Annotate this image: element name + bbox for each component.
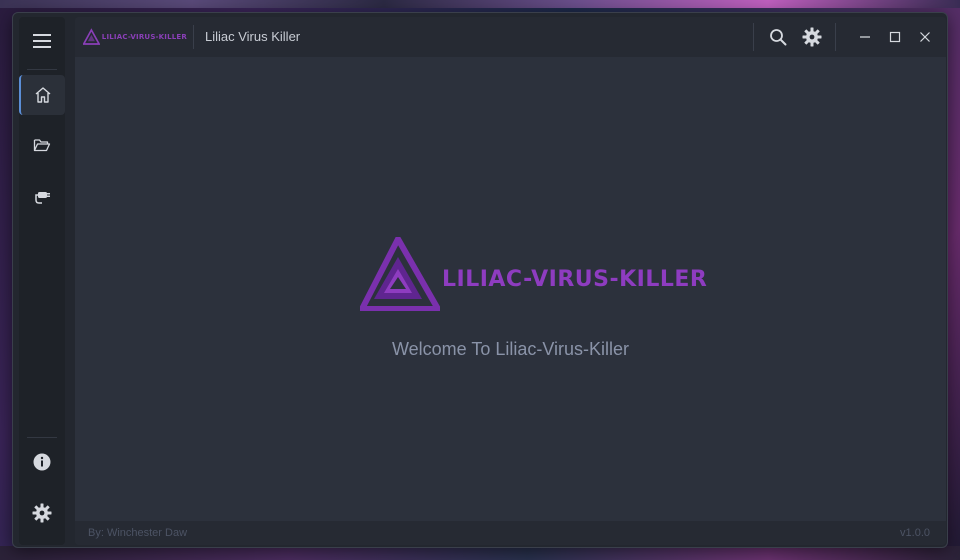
- sidebar-divider: [27, 69, 57, 70]
- maximize-icon: [889, 31, 901, 43]
- logo-text: LILIAC-VIRUS-KILLER: [442, 267, 708, 292]
- title-bar: LILIAC-VIRUS-KILLER Liliac Virus Killer: [75, 17, 946, 57]
- logo-text: LILIAC-VIRUS-KILLER: [101, 33, 187, 41]
- desktop-background-top: [0, 0, 960, 8]
- triangle-logo-icon: [83, 28, 100, 45]
- minimize-button[interactable]: [853, 25, 877, 49]
- app-logo: LILIAC-VIRUS-KILLER: [83, 23, 187, 51]
- sidebar-item-info[interactable]: [19, 442, 65, 482]
- sidebar-item-plugins[interactable]: [19, 176, 65, 216]
- settings-button[interactable]: [800, 25, 824, 49]
- home-icon: [35, 87, 51, 103]
- minimize-icon: [860, 36, 870, 38]
- close-icon: [920, 32, 930, 42]
- gear-icon: [802, 27, 822, 47]
- close-button[interactable]: [913, 25, 937, 49]
- title-divider: [193, 25, 194, 49]
- folder-open-icon: [33, 139, 51, 152]
- center-logo: LILIAC-VIRUS-KILLER: [360, 237, 707, 313]
- sidebar-item-settings[interactable]: [19, 493, 65, 533]
- window-title: Liliac Virus Killer: [205, 29, 301, 44]
- author-credit: By: Winchester Daw: [88, 527, 188, 539]
- main-panel: LILIAC-VIRUS-KILLER Liliac Virus Killer: [75, 17, 946, 545]
- toolbar-divider: [753, 23, 754, 51]
- version-label: v1.0.0: [900, 527, 930, 539]
- hamburger-menu-icon: [33, 34, 51, 48]
- sidebar: [19, 17, 65, 545]
- sidebar-divider: [27, 437, 57, 438]
- maximize-button[interactable]: [883, 25, 907, 49]
- toolbar-divider: [835, 23, 836, 51]
- welcome-message: Welcome To Liliac-Virus-Killer: [391, 339, 630, 359]
- sidebar-item-home[interactable]: [19, 75, 65, 115]
- search-button[interactable]: [766, 25, 790, 49]
- sidebar-item-scan-folder[interactable]: [19, 125, 65, 165]
- info-icon: [33, 453, 51, 471]
- search-icon: [770, 29, 787, 46]
- desktop-background-bottom: [0, 546, 960, 560]
- triangle-logo-icon: [360, 237, 440, 311]
- status-bar: By: Winchester Daw v1.0.0: [75, 521, 946, 545]
- gear-icon: [32, 503, 52, 523]
- app-window: LILIAC-VIRUS-KILLER Liliac Virus Killer: [12, 12, 948, 548]
- plug-icon: [35, 192, 50, 204]
- menu-button[interactable]: [19, 21, 65, 61]
